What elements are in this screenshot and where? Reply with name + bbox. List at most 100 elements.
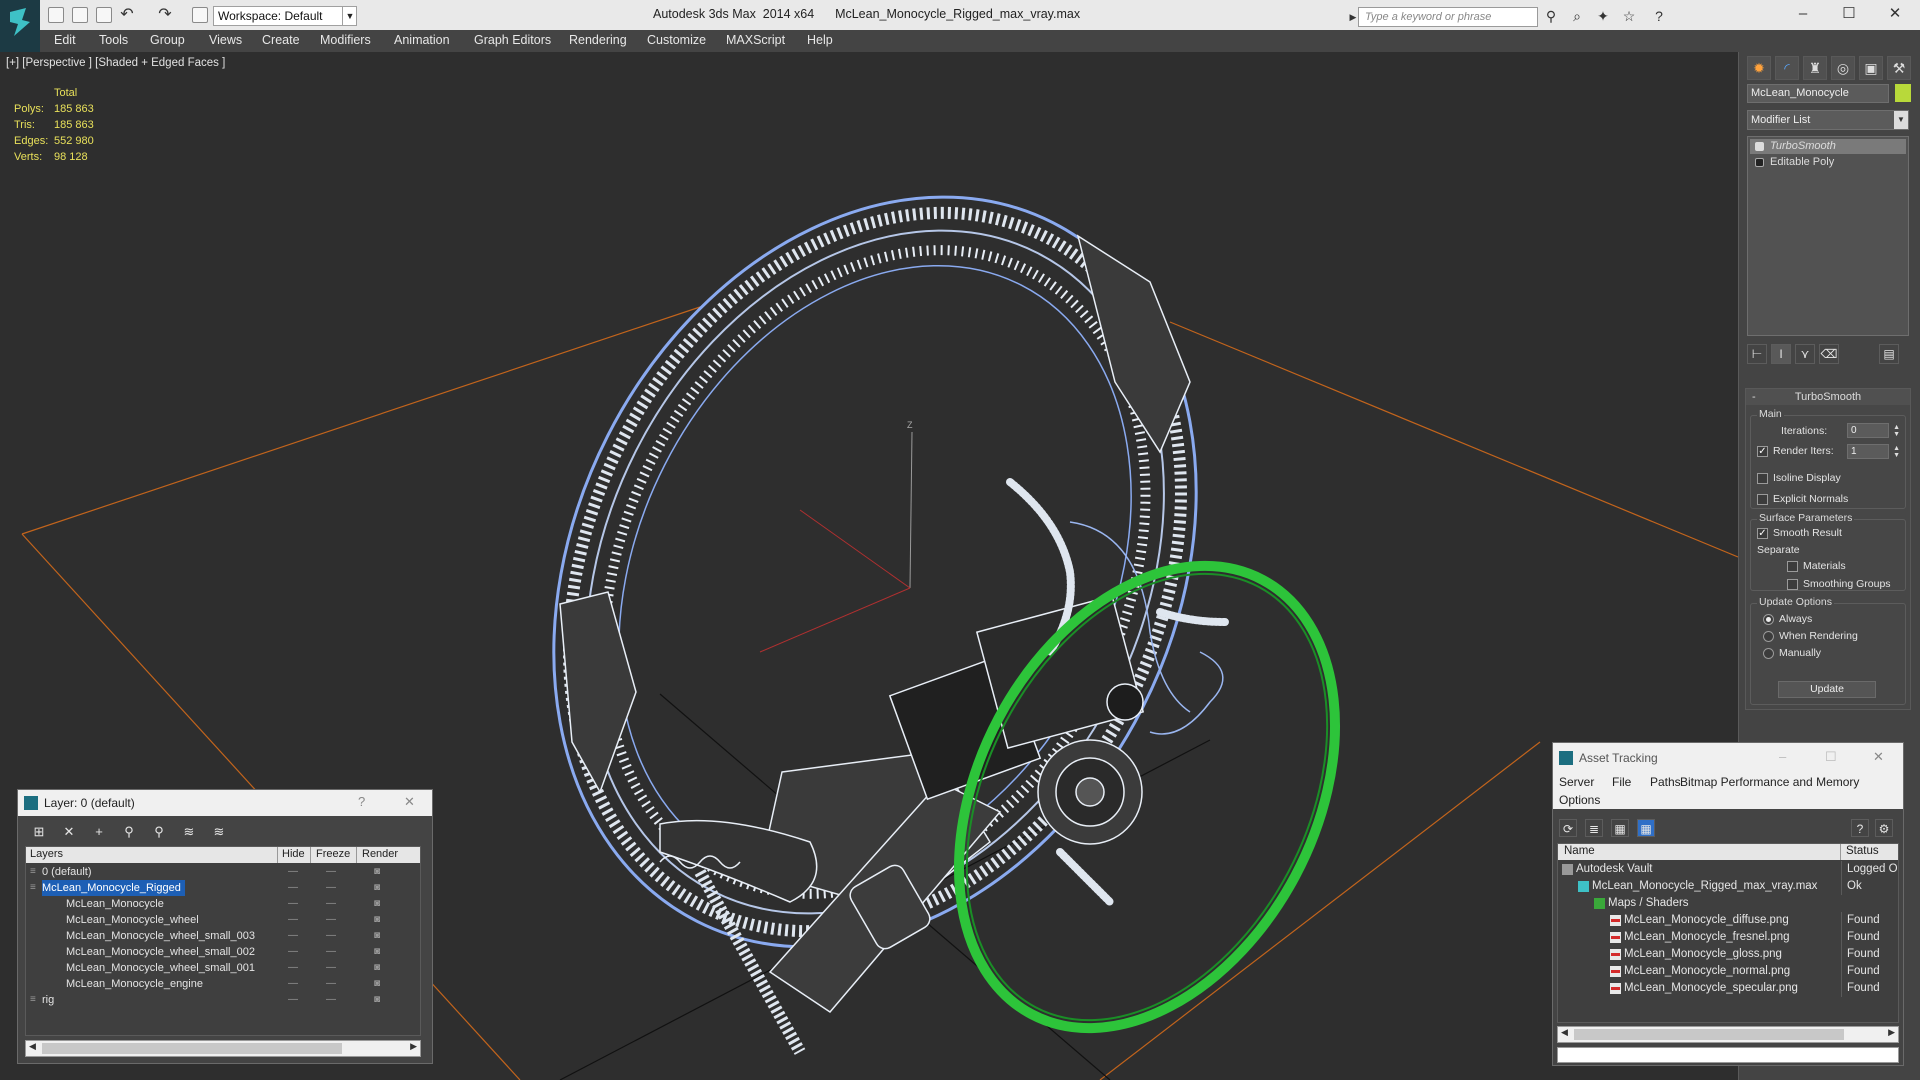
layer-row[interactable]: McLean_Monocycle_wheel_small_001 — — ◙ <box>26 960 420 976</box>
search-icon[interactable]: ⌕ <box>1570 9 1584 23</box>
render-toggle-icon[interactable]: ◙ <box>374 896 380 912</box>
configure-sets-icon[interactable]: ▤ <box>1879 344 1899 364</box>
asset-row[interactable]: Maps / Shaders <box>1558 895 1898 912</box>
undo-icon[interactable]: ↶ <box>120 7 134 23</box>
explicit-normals-checkbox[interactable] <box>1757 494 1768 505</box>
menu-rendering[interactable]: Rendering <box>569 33 627 47</box>
delete-layer-icon[interactable]: ✕ <box>60 823 78 841</box>
hide-toggle-icon[interactable]: — <box>288 864 298 880</box>
hide-toggle-icon[interactable]: — <box>288 944 298 960</box>
hide-toggle-icon[interactable]: — <box>288 976 298 992</box>
render-toggle-icon[interactable]: ◙ <box>374 944 380 960</box>
update-manually-radio[interactable] <box>1763 648 1774 659</box>
menu-create[interactable]: Create <box>262 33 300 47</box>
render-toggle-icon[interactable]: ◙ <box>374 928 380 944</box>
menu-graph-editors[interactable]: Graph Editors <box>474 33 551 47</box>
favorites-star-icon[interactable]: ☆ <box>1622 9 1636 23</box>
layer-table[interactable]: Layers Hide Freeze Render ≡ 0 (default) — —… <box>25 846 421 1036</box>
update-button[interactable]: Update <box>1778 681 1876 698</box>
menu-views[interactable]: Views <box>209 33 242 47</box>
minimize-button[interactable]: – <box>1780 0 1826 28</box>
save-file-icon[interactable] <box>96 7 112 23</box>
layer-dialog-titlebar[interactable]: Layer: 0 (default) ? ✕ <box>18 790 432 816</box>
freeze-toggle-icon[interactable]: — <box>326 928 336 944</box>
hide-toggle-icon[interactable]: — <box>288 896 298 912</box>
layer-row[interactable]: McLean_Monocycle_engine — — ◙ <box>26 976 420 992</box>
create-tab-icon[interactable]: ✹ <box>1747 56 1771 80</box>
redo-icon[interactable]: ↷ <box>158 7 172 23</box>
select-objects-icon[interactable]: ⚲ <box>120 823 138 841</box>
modifier-list-dropdown[interactable]: Modifier List ▼ <box>1747 110 1909 130</box>
selected-wheel[interactable] <box>883 501 1411 1080</box>
freeze-toggle-icon[interactable]: — <box>326 960 336 976</box>
hide-toggle-icon[interactable]: — <box>288 928 298 944</box>
menu-help[interactable]: Help <box>807 33 833 47</box>
column-name[interactable]: Name <box>1564 845 1595 857</box>
menu-tools[interactable]: Tools <box>99 33 128 47</box>
search-input[interactable]: Type a keyword or phrase <box>1358 7 1538 27</box>
asset-path-field[interactable] <box>1557 1047 1899 1063</box>
layer-name[interactable]: McLean_Monocycle_wheel_small_003 <box>66 928 259 944</box>
scrollbar-thumb[interactable] <box>42 1043 342 1054</box>
maximize-button[interactable]: ☐ <box>1825 749 1837 765</box>
table-view-icon[interactable]: ▦ <box>1611 819 1629 837</box>
close-button[interactable]: ✕ <box>404 794 415 810</box>
scroll-right-icon[interactable]: ▶ <box>1888 1027 1895 1038</box>
freeze-toggle-icon[interactable]: — <box>326 976 336 992</box>
asset-row[interactable]: McLean_Monocycle_specular.png Found <box>1558 980 1898 997</box>
chevron-down-icon[interactable]: ▼ <box>342 6 357 26</box>
remove-modifier-icon[interactable]: ⌫ <box>1819 344 1839 364</box>
render-toggle-icon[interactable]: ◙ <box>374 912 380 928</box>
list-view-icon[interactable]: ≣ <box>1585 819 1603 837</box>
create-layer-icon[interactable]: ⊞ <box>30 823 48 841</box>
layer-name[interactable]: McLean_Monocycle_Rigged <box>42 880 185 896</box>
spinner-arrows-icon[interactable]: ▲ ▼ <box>1893 445 1900 459</box>
menu-modifiers[interactable]: Modifiers <box>320 33 371 47</box>
layer-name[interactable]: McLean_Monocycle <box>66 896 168 912</box>
render-toggle-icon[interactable]: ◙ <box>374 976 380 992</box>
object-color-swatch[interactable] <box>1895 84 1911 102</box>
hide-toggle-icon[interactable]: — <box>288 992 298 1008</box>
layer-name[interactable]: rig <box>42 992 58 1008</box>
grid-view-icon[interactable]: ▦ <box>1637 819 1655 837</box>
display-tab-icon[interactable]: ▣ <box>1859 56 1883 80</box>
asset-row[interactable]: McLean_Monocycle_normal.png Found <box>1558 963 1898 980</box>
asset-row[interactable]: Autodesk Vault Logged O <box>1558 861 1898 878</box>
layer-name[interactable]: McLean_Monocycle_wheel_small_002 <box>66 944 259 960</box>
asset-row[interactable]: McLean_Monocycle_fresnel.png Found <box>1558 929 1898 946</box>
workspace-select[interactable]: Workspace: Default <box>213 6 357 26</box>
render-iters-checkbox[interactable]: ✓ <box>1757 446 1768 457</box>
utilities-tab-icon[interactable]: ⚒ <box>1887 56 1911 80</box>
update-when-rendering-radio[interactable] <box>1763 631 1774 642</box>
chevron-down-icon[interactable]: ▼ <box>1894 111 1908 129</box>
isoline-display-checkbox[interactable] <box>1757 473 1768 484</box>
render-toggle-icon[interactable]: ◙ <box>374 992 380 1008</box>
help-icon[interactable]: ? <box>1652 9 1666 23</box>
hide-all-icon[interactable]: ≋ <box>180 823 198 841</box>
layer-row[interactable]: McLean_Monocycle_wheel_small_002 — — ◙ <box>26 944 420 960</box>
viewport-label[interactable]: [+] [Perspective ] [Shaded + Edged Faces… <box>6 57 225 69</box>
asset-row[interactable]: McLean_Monocycle_Rigged_max_vray.max Ok <box>1558 878 1898 895</box>
turbosmooth-rollout-header[interactable]: - TurboSmooth <box>1746 389 1910 405</box>
update-always-radio[interactable] <box>1763 614 1774 625</box>
smoothing-groups-checkbox[interactable] <box>1787 579 1798 590</box>
freeze-toggle-icon[interactable]: — <box>326 912 336 928</box>
freeze-toggle-icon[interactable]: — <box>326 992 336 1008</box>
render-toggle-icon[interactable]: ◙ <box>374 960 380 976</box>
freeze-toggle-icon[interactable]: — <box>326 880 336 896</box>
asset-table[interactable]: Name Status Autodesk Vault Logged O McLean… <box>1557 843 1899 1023</box>
menu-maxscript[interactable]: MAXScript <box>726 33 785 47</box>
binoculars-icon[interactable]: ⚲ <box>1544 9 1558 23</box>
stack-item-turbosmooth[interactable]: TurboSmooth <box>1750 139 1906 154</box>
communication-center-icon[interactable]: ✦ <box>1596 9 1610 23</box>
help-button[interactable]: ? <box>358 794 365 809</box>
collapse-icon[interactable]: - <box>1752 389 1756 405</box>
layer-name[interactable]: McLean_Monocycle_engine <box>66 976 207 992</box>
scroll-left-icon[interactable]: ◀ <box>29 1041 36 1052</box>
layer-name[interactable]: McLean_Monocycle_wheel <box>66 912 203 928</box>
render-toggle-icon[interactable]: ◙ <box>374 880 380 896</box>
asset-menu-file[interactable]: File <box>1612 775 1631 789</box>
make-unique-icon[interactable]: ⋎ <box>1795 344 1815 364</box>
asset-menu-bitmap-performance[interactable]: Bitmap Performance and Memory <box>1680 775 1859 789</box>
column-hide[interactable]: Hide <box>282 848 305 860</box>
